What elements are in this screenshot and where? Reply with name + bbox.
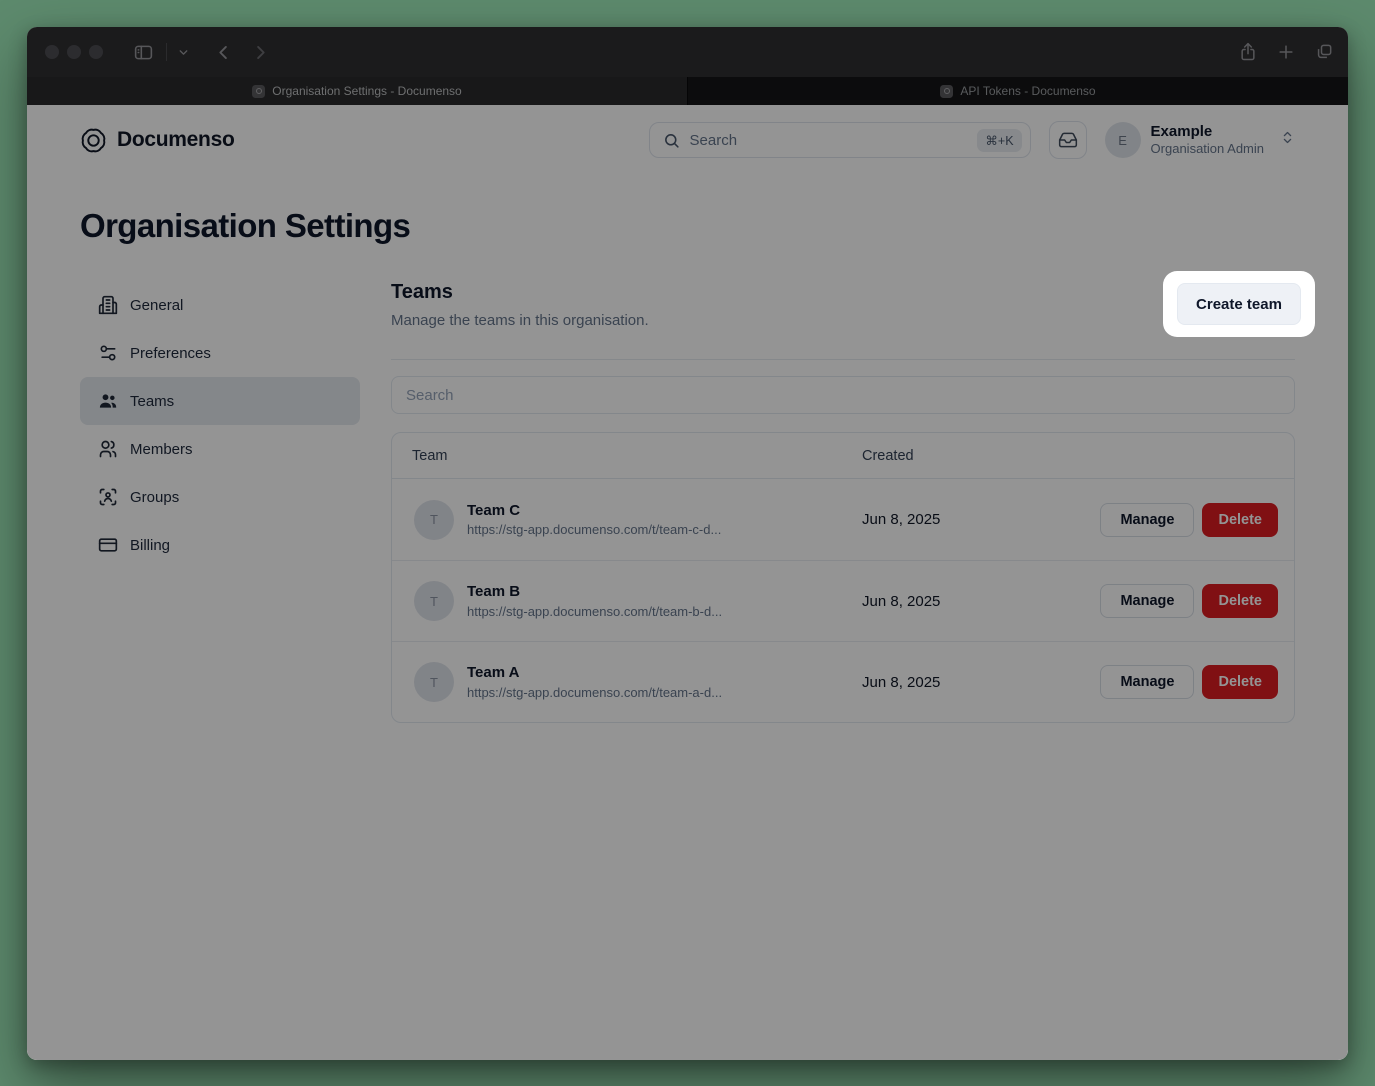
settings-nav: General Preferences Teams xyxy=(80,281,360,569)
table-row: T Team B https://stg-app.documenso.com/t… xyxy=(392,560,1294,641)
page-content: Documenso Search ⌘+K E xyxy=(27,117,1348,1060)
teams-search-input[interactable] xyxy=(391,376,1295,414)
documenso-favicon-icon xyxy=(252,85,265,98)
column-created: Created xyxy=(862,448,1274,464)
sidebar-item-label: Groups xyxy=(130,489,179,506)
traffic-lights[interactable] xyxy=(45,45,103,59)
zoom-window-icon[interactable] xyxy=(89,45,103,59)
team-avatar: T xyxy=(414,500,454,540)
user-name: Example xyxy=(1151,123,1264,141)
brand[interactable]: Documenso xyxy=(80,127,235,154)
team-url: https://stg-app.documenso.com/t/team-a-d… xyxy=(467,685,722,700)
documenso-favicon-icon xyxy=(940,85,953,98)
sliders-icon xyxy=(98,343,118,363)
team-name: Team C xyxy=(467,502,721,521)
sidebar-item-label: Preferences xyxy=(130,345,211,362)
user-group-frame-icon xyxy=(98,487,118,507)
section-title: Teams xyxy=(391,281,1295,304)
table-row: T Team C https://stg-app.documenso.com/t… xyxy=(392,479,1294,560)
team-name: Team B xyxy=(467,583,722,602)
page-title: Organisation Settings xyxy=(80,207,1295,245)
sidebar-item-teams[interactable]: Teams xyxy=(80,377,360,425)
delete-button[interactable]: Delete xyxy=(1202,665,1278,699)
browser-window: Organisation Settings - Documenso API To… xyxy=(27,27,1348,1060)
sidebar-item-groups[interactable]: Groups xyxy=(80,473,360,521)
users-filled-icon xyxy=(98,391,118,411)
team-avatar: T xyxy=(414,662,454,702)
team-created: Jun 8, 2025 xyxy=(862,593,1100,610)
brand-name: Documenso xyxy=(117,128,235,152)
users-icon xyxy=(98,439,118,459)
team-url: https://stg-app.documenso.com/t/team-b-d… xyxy=(467,604,722,619)
sidebar-item-general[interactable]: General xyxy=(80,281,360,329)
inbox-button[interactable] xyxy=(1049,121,1087,159)
forward-icon[interactable] xyxy=(251,43,270,62)
sidebar-toggle-icon[interactable] xyxy=(133,42,154,63)
team-created: Jun 8, 2025 xyxy=(862,674,1100,691)
search-icon xyxy=(663,132,680,149)
column-team: Team xyxy=(412,448,862,464)
close-window-icon[interactable] xyxy=(45,45,59,59)
inbox-icon xyxy=(1058,130,1078,150)
tab-strip: Organisation Settings - Documenso API To… xyxy=(27,77,1348,105)
new-tab-icon[interactable] xyxy=(1276,42,1296,62)
manage-button[interactable]: Manage xyxy=(1100,503,1194,537)
sidebar-item-billing[interactable]: Billing xyxy=(80,521,360,569)
browser-toolbar xyxy=(27,27,1348,77)
tab-overview-icon[interactable] xyxy=(1314,42,1334,62)
team-url: https://stg-app.documenso.com/t/team-c-d… xyxy=(467,522,721,537)
section-divider xyxy=(391,359,1295,360)
delete-button[interactable]: Delete xyxy=(1202,503,1278,537)
teams-table: Team Created T Team C https://stg-app.do… xyxy=(391,432,1295,723)
share-icon[interactable] xyxy=(1238,42,1258,62)
user-menu[interactable]: E Example Organisation Admin xyxy=(1105,122,1295,158)
avatar: E xyxy=(1105,122,1141,158)
search-shortcut-badge: ⌘+K xyxy=(977,129,1021,152)
credit-card-icon xyxy=(98,535,118,555)
tab-title: Organisation Settings - Documenso xyxy=(272,84,461,98)
team-name: Team A xyxy=(467,664,722,683)
tab-organisation-settings[interactable]: Organisation Settings - Documenso xyxy=(27,77,687,105)
chevrons-up-down-icon xyxy=(1280,130,1295,150)
app-header: Documenso Search ⌘+K E xyxy=(80,117,1295,163)
section-subtitle: Manage the teams in this organisation. xyxy=(391,312,1295,329)
sidebar-item-label: General xyxy=(130,297,183,314)
table-header: Team Created xyxy=(392,433,1294,479)
building-icon xyxy=(98,295,118,315)
sidebar-item-label: Teams xyxy=(130,393,174,410)
sidebar-item-label: Billing xyxy=(130,537,170,554)
back-icon[interactable] xyxy=(214,43,233,62)
search-placeholder: Search xyxy=(690,132,738,149)
delete-button[interactable]: Delete xyxy=(1202,584,1278,618)
teams-section: Teams Manage the teams in this organisat… xyxy=(391,281,1295,723)
team-created: Jun 8, 2025 xyxy=(862,511,1100,528)
minimize-window-icon[interactable] xyxy=(67,45,81,59)
sidebar-item-label: Members xyxy=(130,441,193,458)
tab-api-tokens[interactable]: API Tokens - Documenso xyxy=(687,77,1348,105)
create-team-button[interactable]: Create team xyxy=(1177,283,1301,325)
teams-section-header: Teams Manage the teams in this organisat… xyxy=(391,281,1295,360)
table-row: T Team A https://stg-app.documenso.com/t… xyxy=(392,641,1294,722)
global-search-input[interactable]: Search ⌘+K xyxy=(649,122,1031,158)
chevron-down-icon[interactable] xyxy=(177,46,190,59)
team-avatar: T xyxy=(414,581,454,621)
manage-button[interactable]: Manage xyxy=(1100,665,1194,699)
documenso-logo-icon xyxy=(80,127,107,154)
manage-button[interactable]: Manage xyxy=(1100,584,1194,618)
sidebar-item-preferences[interactable]: Preferences xyxy=(80,329,360,377)
user-role: Organisation Admin xyxy=(1151,141,1264,158)
create-team-spotlight: Create team xyxy=(1163,271,1315,337)
sidebar-item-members[interactable]: Members xyxy=(80,425,360,473)
toolbar-divider xyxy=(166,43,167,61)
tab-title: API Tokens - Documenso xyxy=(960,84,1095,98)
